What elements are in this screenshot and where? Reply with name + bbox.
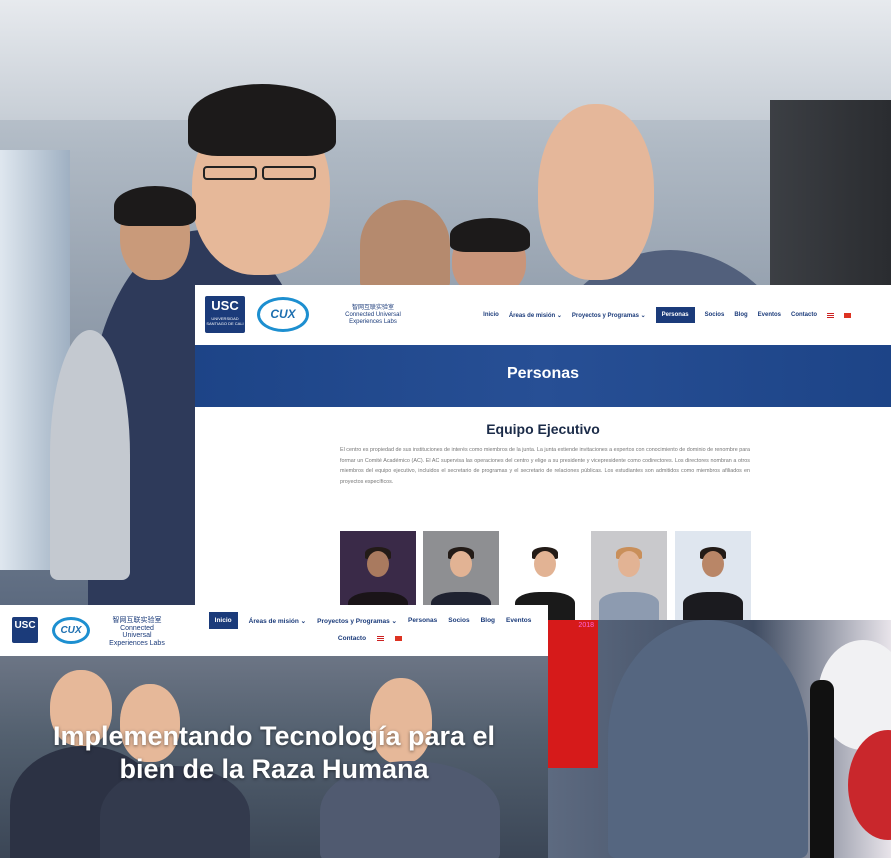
website-screenshot-personas: USC UNIVERSIDAD SANTIAGO DE CALI CUX 智网互… [195,285,891,620]
face [367,551,389,577]
team-photo[interactable] [591,531,667,620]
bg-person-shirt [50,330,130,580]
face [450,551,472,577]
bg-person-hair [450,218,530,252]
hero-title: Implementando Tecnología para el bien de… [0,720,548,786]
cux-logo[interactable]: CUX [257,297,309,332]
body [599,592,659,620]
lab-name: 智网互联实验室 Connected Universal Experiences … [333,305,413,326]
lab-name-line-1: Connected Universal [345,312,401,318]
menu-item-blog[interactable]: Blog [481,617,495,624]
red-card-text: 2018 [578,622,594,629]
bg-person-arm [360,200,450,290]
glasses-icon [203,166,257,180]
us-flag-icon[interactable] [377,636,385,641]
menu-item-eventos[interactable]: Eventos [506,617,531,624]
ceiling [0,0,891,120]
stanchion-post [810,680,834,858]
menu-item-socios[interactable]: Socios [705,312,725,318]
site-header: USC UNIVERSIDAD SANTIAGO DE CALI CUX 智网互… [195,285,891,345]
lab-name-line-3: Experiences Labs [109,639,165,647]
team-photo[interactable] [675,531,751,620]
lab-name-line-1: Connected [120,624,154,632]
menu-item-personas[interactable]: Personas [655,307,695,323]
glasses-icon [262,166,316,180]
usc-logo[interactable]: USC UNIVERSIDAD SANTIAGO DE CALI [205,296,245,333]
cux-logo[interactable]: CUX [52,617,90,644]
lab-name-line-2: Universal [122,632,152,639]
menu-item-contacto[interactable]: Contacto [338,635,366,642]
main-menu: Inicio Áreas de misión ⌄ Proyectos y Pro… [200,612,540,642]
hero-title-line-2: bien de la Raza Humana [119,754,429,784]
menu-item-eventos[interactable]: Eventos [758,312,781,318]
page-title: Personas [506,365,580,382]
face [534,551,556,577]
section-paragraph: El centro es propiedad de sus institucio… [340,447,750,485]
page-banner: Personas [195,345,891,407]
menu-item-blog[interactable]: Blog [734,312,747,318]
main-menu: Inicio Áreas de misión ⌄ Proyectos y Pro… [483,307,851,323]
hero-title-line-1: Implementando Tecnología para el [52,721,496,751]
lab-chinese-name: 智网互联实验室 [112,617,162,624]
usc-logo-subtext: UNIVERSIDAD SANTIAGO DE CALI [206,316,244,326]
face [702,551,724,577]
menu-item-areas[interactable]: Áreas de misión ⌄ [509,312,562,319]
person-suit [608,620,808,858]
menu-item-proyectos[interactable]: Proyectos y Programas ⌄ [572,312,646,319]
wall-panel [770,100,891,300]
lab-name-line-2: Experiences Labs [349,319,397,325]
menu-item-contacto[interactable]: Contacto [791,312,817,318]
face [618,551,640,577]
menu-item-areas[interactable]: Áreas de misión ⌄ [249,617,306,625]
menu-item-inicio[interactable]: Inicio [483,312,499,318]
person-left-hair [188,84,336,156]
us-flag-icon[interactable] [827,312,834,318]
usc-logo-text: USC [211,298,239,313]
person-right-head [538,104,654,280]
bg-person-hair [114,186,196,226]
lab-chinese-name: 智网互联实验室 [351,305,394,311]
usc-logo[interactable]: USC [12,617,38,643]
photo-background [548,620,891,858]
red-card: 2018 [548,620,598,768]
body [683,592,743,620]
menu-item-proyectos[interactable]: Proyectos y Programas ⌄ [317,617,397,625]
section-title: Equipo Ejecutivo [486,421,600,437]
china-flag-icon[interactable] [844,312,851,318]
site-header: USC CUX 智网互联实验室 Connected Universal Expe… [0,605,548,656]
hero-section: Implementando Tecnología para el bien de… [0,656,548,858]
website-screenshot-home: USC CUX 智网互联实验室 Connected Universal Expe… [0,605,548,858]
menu-item-personas[interactable]: Personas [408,617,437,624]
menu-item-socios[interactable]: Socios [448,617,469,624]
lab-name: 智网互联实验室 Connected Universal Experiences … [103,617,171,647]
china-flag-icon[interactable] [395,636,403,641]
menu-item-inicio[interactable]: Inicio [208,612,238,629]
